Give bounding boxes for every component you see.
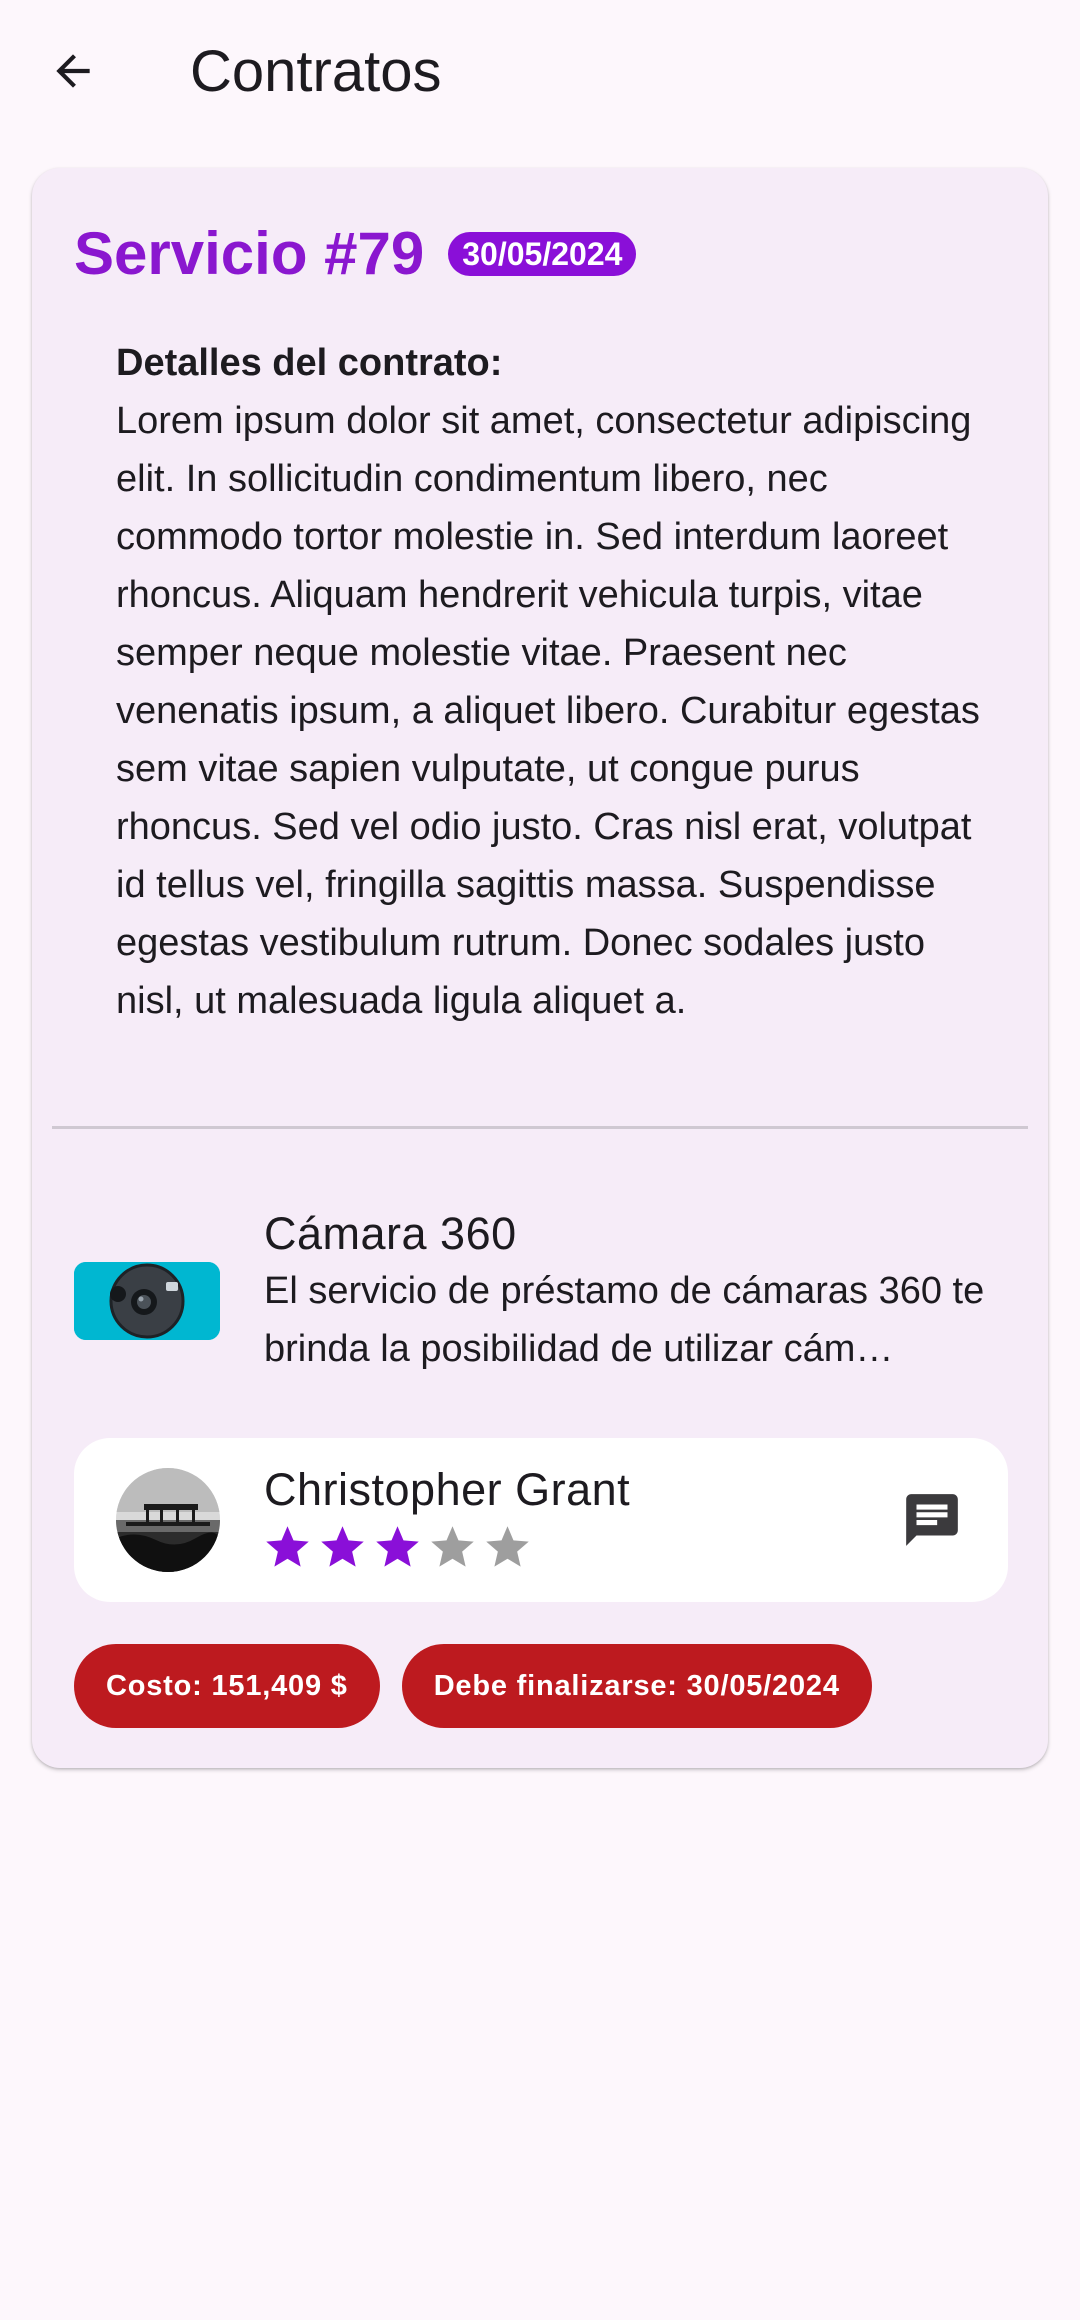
camera-360-thumbnail [74,1262,220,1340]
arrow-back-icon [56,54,90,88]
divider [52,1126,1028,1129]
chips-row: Costo: 151,409 $ Debe finalizarse: 30/05… [74,1644,872,1728]
star-filled-icon [321,1526,364,1567]
contract-card: Servicio #79 30/05/2024 Detalles del con… [32,168,1048,1768]
chat-button[interactable] [896,1484,968,1556]
service-title: Servicio #79 [74,220,425,287]
contract-details: Detalles del contrato: Lorem ipsum dolor… [116,334,996,1030]
app-bar: Contratos [0,0,1080,150]
star-rating [262,1522,533,1573]
service-name: Cámara 360 [264,1208,517,1259]
details-text: Lorem ipsum dolor sit amet, consectetur … [116,400,980,1022]
star-filled-icon [376,1526,419,1567]
chat-icon [906,1494,958,1546]
star-empty-icon [431,1526,474,1567]
details-heading: Detalles del contrato: [116,342,503,384]
avatar-image [116,1468,220,1572]
deadline-chip: Debe finalizarse: 30/05/2024 [401,1644,872,1728]
page-title: Contratos [190,39,442,104]
star-filled-icon [266,1526,309,1567]
date-badge: 30/05/2024 [448,232,637,276]
service-header: Servicio #79 30/05/2024 [74,216,637,292]
provider-card[interactable]: Christopher Grant [74,1438,1008,1602]
provider-name: Christopher Grant [264,1464,631,1515]
service-description: El servicio de préstamo de cámaras 360 t… [264,1270,985,1370]
service-item[interactable]: Cámara 360 El servicio de préstamo de cá… [74,1188,1014,1370]
camera-360-icon [74,1262,220,1340]
avatar [116,1468,220,1572]
back-button[interactable] [38,36,108,106]
cost-chip: Costo: 151,409 $ [74,1644,380,1728]
star-empty-icon [486,1526,529,1567]
